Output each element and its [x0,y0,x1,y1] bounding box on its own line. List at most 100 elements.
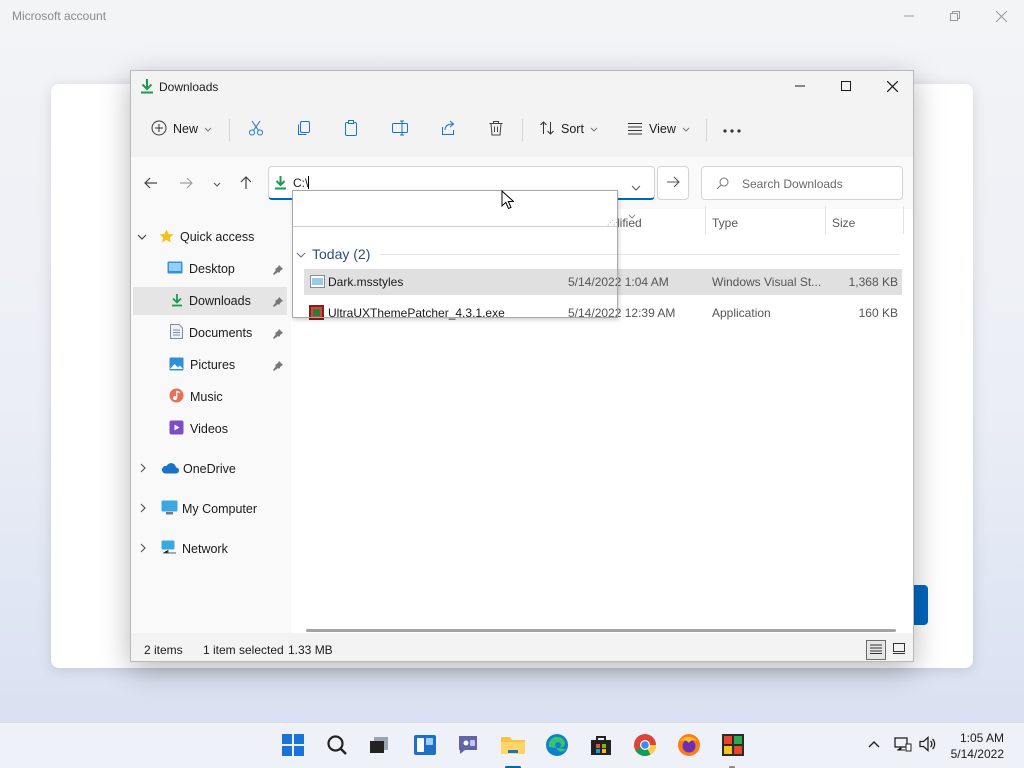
clock[interactable]: 1:05 AM 5/14/2022 [940,730,1004,762]
widgets-button[interactable] [412,733,438,759]
edge-icon [545,733,569,760]
column-divider [903,206,904,234]
background-minimize-button[interactable] [889,2,929,30]
pin-icon [273,360,283,374]
chevron-down-icon [204,122,212,136]
sidebar-item-network[interactable]: Network [139,535,287,563]
sidebar-item-videos[interactable]: Videos [133,415,287,443]
new-button[interactable]: New [151,107,212,151]
resize-grip-icon[interactable]: ⋰⋰ [607,219,620,227]
horizontal-scrollbar[interactable] [306,629,896,632]
maximize-button[interactable] [823,71,869,101]
sidebar-item-quick-access[interactable]: Quick access [137,223,287,251]
search-box[interactable]: Search Downloads [701,166,903,200]
view-lines-icon [627,121,643,138]
go-button[interactable] [657,166,689,200]
network-icon [161,540,178,558]
chevron-up-icon[interactable] [868,737,880,751]
column-divider [825,206,826,234]
sort-label: Sort [561,122,584,136]
sidebar-label: Downloads [189,294,251,308]
see-more-button[interactable] [723,107,741,151]
address-input[interactable]: C:\ [293,176,310,190]
share-button[interactable] [440,107,456,151]
chevron-down-icon[interactable] [631,180,641,194]
task-view-icon [369,736,389,757]
sidebar-item-onedrive[interactable]: OneDrive [139,455,287,483]
search-icon [327,734,347,758]
address-autocomplete-dropdown[interactable]: ⋰⋰ [292,190,620,318]
large-icons-view-button[interactable] [889,640,909,660]
toolbar-divider [522,119,523,141]
chevron-down-icon [213,177,221,191]
selection-count: 1 item selected [203,643,284,657]
back-button[interactable] [138,171,164,197]
background-close-button[interactable] [981,2,1021,30]
star-icon [159,229,174,246]
chevron-down-icon [137,230,147,244]
pin-icon [273,328,283,342]
minimize-button[interactable] [777,71,823,101]
sidebar-item-documents[interactable]: Documents [133,319,287,347]
firefox-button[interactable] [676,733,702,759]
edge-button[interactable] [544,733,570,759]
item-count: 2 items [144,643,183,657]
task-view-button[interactable] [366,733,392,759]
chat-button[interactable] [455,733,481,759]
share-icon [440,120,456,139]
sidebar-item-music[interactable]: Music [133,383,287,411]
rename-button[interactable] [391,107,409,151]
windows-logo-icon [282,733,304,759]
store-button[interactable] [588,733,614,759]
large-icons-view-icon [893,643,905,657]
volume-icon[interactable] [919,736,937,755]
sidebar-item-pictures[interactable]: Pictures [133,351,287,379]
start-button[interactable] [280,733,306,759]
sort-button[interactable]: Sort [539,107,598,151]
network-status-icon[interactable] [894,736,912,755]
background-restore-button[interactable] [935,2,975,30]
window-title: Downloads [159,80,219,94]
plus-circle-icon [151,120,167,139]
cut-button[interactable] [248,107,264,151]
sidebar-label: Music [190,390,223,404]
autocomplete-item[interactable] [293,191,617,227]
sort-icon [539,120,555,139]
arrow-left-icon [144,177,158,192]
details-view-button[interactable] [866,640,886,660]
column-header-type[interactable]: Type [712,216,738,230]
address-value: C:\ [293,176,309,190]
paste-button[interactable] [343,107,359,151]
close-button[interactable] [869,71,915,101]
chevron-down-icon [682,122,690,136]
clock-time: 1:05 AM [959,731,1004,745]
toolbar-divider [229,119,230,141]
sidebar-label: Pictures [190,358,236,372]
view-label: View [649,122,676,136]
taskbar: 1:05 AM 5/14/2022 [0,722,1024,768]
sort-chevron-icon [628,208,636,222]
file-explorer-taskbar-button[interactable] [500,733,526,759]
chrome-button[interactable] [632,733,658,759]
download-icon [274,175,287,193]
toolbar-divider [706,119,707,141]
forward-button[interactable] [173,171,199,197]
up-button[interactable] [233,171,259,197]
app-button[interactable] [720,733,746,759]
search-taskbar-button[interactable] [324,733,350,759]
column-divider [705,206,706,234]
search-icon [716,177,729,193]
sidebar-item-desktop[interactable]: Desktop [133,255,287,283]
recent-locations-button[interactable] [204,171,230,197]
arrow-right-icon [666,176,680,191]
sidebar-item-my-computer[interactable]: My Computer [139,495,287,523]
sidebar-label: Documents [189,326,253,340]
search-placeholder: Search Downloads [742,177,843,191]
pin-icon [273,296,283,310]
copy-button[interactable] [296,107,312,151]
view-button[interactable]: View [627,107,690,151]
sidebar-item-downloads[interactable]: Downloads [133,287,287,315]
delete-button[interactable] [488,107,504,151]
text-caret [308,176,310,189]
column-header-size[interactable]: Size [832,216,855,230]
